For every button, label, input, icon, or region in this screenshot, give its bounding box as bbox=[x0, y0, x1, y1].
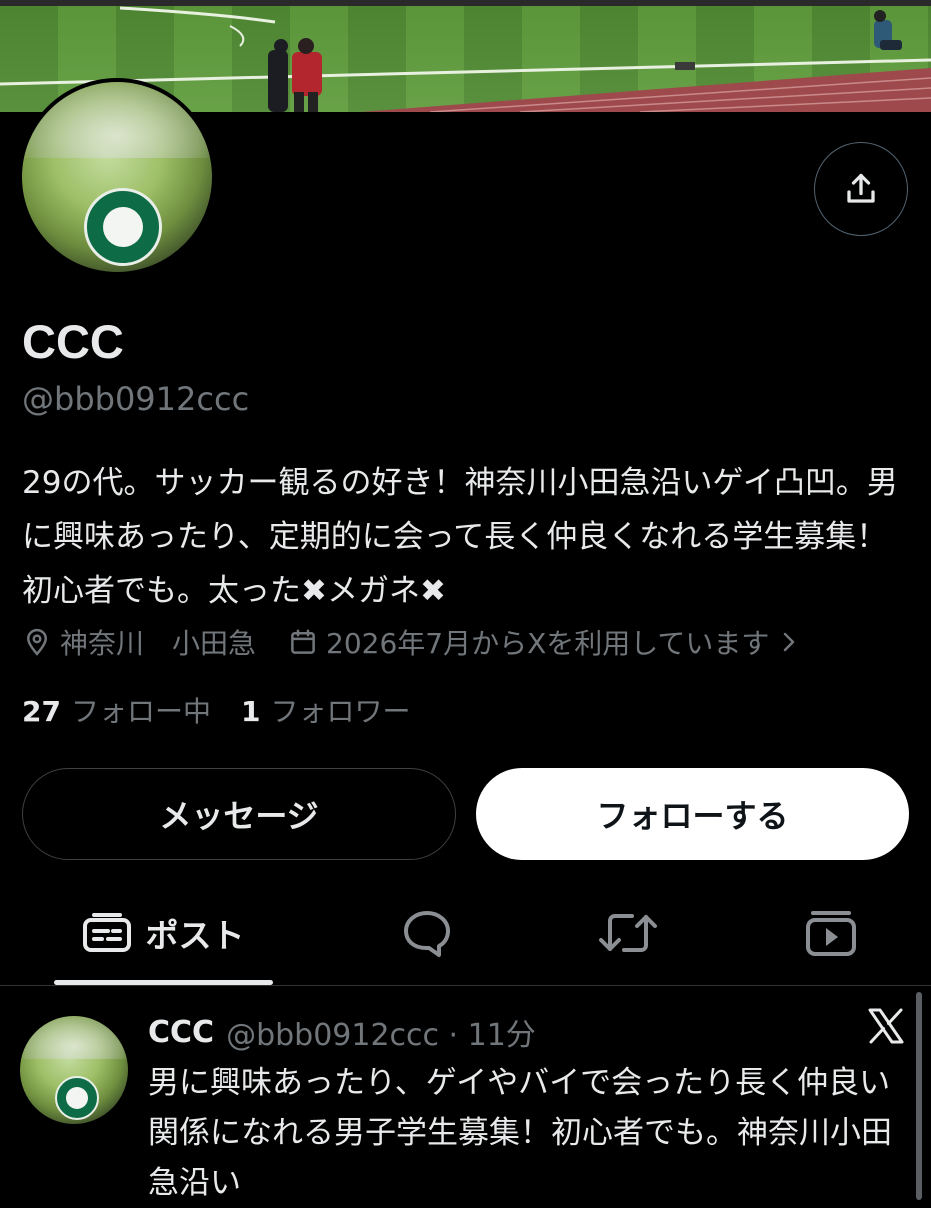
post-header: CCC @bbb0912ccc · 11分 bbox=[148, 1010, 536, 1054]
post-avatar[interactable] bbox=[20, 1016, 128, 1124]
calendar-icon bbox=[288, 627, 318, 657]
scrollbar[interactable] bbox=[916, 992, 922, 1200]
media-play-icon bbox=[806, 911, 856, 956]
profile-bio: 29の代。サッカー観るの好き！神奈川小田急沿いゲイ凸凹。男に興味あったり、定期的… bbox=[22, 465, 898, 609]
post-author-name[interactable]: CCC bbox=[148, 1015, 214, 1050]
following-label: フォロー中 bbox=[70, 695, 211, 728]
follow-button[interactable]: フォローする bbox=[476, 768, 909, 860]
tab-media[interactable] bbox=[784, 880, 878, 986]
follow-stats: 27 フォロー中 1 フォロワー bbox=[22, 690, 410, 730]
followers-label: フォロワー bbox=[270, 695, 411, 728]
post-item[interactable]: CCC @bbb0912ccc · 11分 男に興味あったり、ゲイやバイで会った… bbox=[0, 986, 931, 1201]
chevron-right-icon[interactable] bbox=[779, 630, 799, 654]
location-pin-icon bbox=[22, 627, 52, 657]
post-avatar-image bbox=[20, 1016, 128, 1124]
post-text: 男に興味あったり、ゲイやバイで会ったり長く仲良い関係になれる男子学生募集！初心者… bbox=[148, 1065, 892, 1201]
profile-location: 神奈川 小田急 bbox=[60, 627, 257, 660]
profile-joined[interactable]: 2026年7月からXを利用しています bbox=[326, 622, 769, 662]
following-count: 27 bbox=[22, 695, 61, 728]
followers-stat[interactable]: 1 フォロワー bbox=[241, 690, 411, 730]
x-logo-icon bbox=[868, 1008, 904, 1044]
tab-posts[interactable]: ポスト bbox=[52, 880, 274, 986]
share-button[interactable] bbox=[814, 142, 908, 236]
tab-reposts[interactable] bbox=[580, 880, 676, 986]
profile-avatar[interactable] bbox=[18, 78, 216, 276]
avatar-image bbox=[22, 82, 212, 272]
starbucks-logo-icon bbox=[84, 188, 162, 266]
post-handle-time: @bbb0912ccc · 11分 bbox=[226, 1018, 536, 1053]
tab-replies[interactable] bbox=[380, 880, 474, 986]
followers-count: 1 bbox=[240, 695, 261, 728]
tab-posts-label: ポスト bbox=[145, 916, 245, 955]
following-stat[interactable]: 27 フォロー中 bbox=[22, 690, 211, 730]
repost-icon bbox=[599, 914, 657, 952]
message-button[interactable]: メッセージ bbox=[22, 768, 456, 860]
starbucks-logo-icon bbox=[55, 1076, 99, 1120]
profile-handle: @bbb0912ccc bbox=[22, 380, 250, 418]
reply-bubble-icon bbox=[404, 911, 450, 957]
profile-meta: 神奈川 小田急 2026年7月からXを利用しています bbox=[22, 622, 807, 662]
profile-tabs: ポスト bbox=[0, 880, 931, 986]
share-icon bbox=[847, 173, 875, 203]
profile-name: CCC bbox=[22, 315, 124, 368]
posts-icon bbox=[82, 913, 131, 952]
